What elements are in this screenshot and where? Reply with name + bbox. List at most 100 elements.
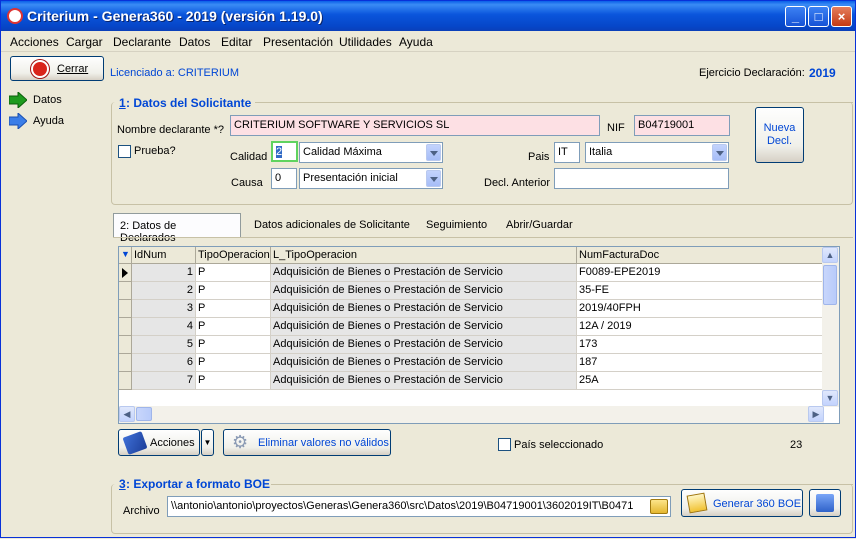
calidad-label: Calidad [230, 151, 268, 163]
chevron-down-icon[interactable] [426, 170, 441, 187]
scroll-right-icon[interactable]: ▶ [808, 406, 824, 422]
cell-idnum[interactable]: 3 [132, 300, 196, 318]
menu-ayuda[interactable]: Ayuda [399, 35, 433, 49]
generar-boe-button[interactable]: Generar 360 BOE [681, 489, 803, 517]
folder-icon[interactable] [650, 499, 668, 514]
cell-numfacturadoc[interactable]: 25A [577, 372, 824, 390]
maximize-button[interactable]: □ [808, 6, 829, 27]
cell-numfacturadoc[interactable]: 2019/40FPH [577, 300, 824, 318]
cell-l-tipooperacion[interactable]: Adquisición de Bienes o Prestación de Se… [271, 300, 577, 318]
cell-idnum[interactable]: 7 [132, 372, 196, 390]
nav-item-datos[interactable]: Datos [9, 91, 99, 111]
col-header-idnum[interactable]: IdNum [132, 247, 196, 264]
tab-seguimiento[interactable]: Seguimiento [420, 213, 493, 237]
col-header-tipooperacion[interactable]: TipoOperacion [196, 247, 271, 264]
cell-idnum[interactable]: 2 [132, 282, 196, 300]
menu-cargar[interactable]: Cargar [66, 35, 103, 49]
tab-datos-adicionales[interactable]: Datos adicionales de Solicitante [248, 213, 416, 237]
app-logo-icon [7, 8, 23, 24]
prueba-checkbox[interactable] [118, 145, 131, 158]
scroll-left-icon[interactable]: ◀ [119, 406, 135, 422]
cell-tipooperacion[interactable]: P [196, 264, 271, 282]
eliminar-invalidos-button[interactable]: ⚙ Eliminar valores no válidos [223, 429, 391, 456]
cell-l-tipooperacion[interactable]: Adquisición de Bienes o Prestación de Se… [271, 264, 577, 282]
cell-l-tipooperacion[interactable]: Adquisición de Bienes o Prestación de Se… [271, 354, 577, 372]
cell-l-tipooperacion[interactable]: Adquisición de Bienes o Prestación de Se… [271, 336, 577, 354]
scroll-down-icon[interactable]: ▼ [822, 390, 838, 406]
acciones-button[interactable]: Acciones [118, 429, 200, 456]
sort-icon[interactable]: ▼ [119, 247, 132, 264]
cell-numfacturadoc[interactable]: 12A / 2019 [577, 318, 824, 336]
chevron-down-icon[interactable] [426, 144, 441, 161]
causa-code-input[interactable]: 0 [271, 168, 297, 189]
cell-numfacturadoc[interactable]: 187 [577, 354, 824, 372]
scroll-thumb[interactable] [136, 407, 152, 421]
row-selector[interactable] [119, 372, 132, 390]
menu-acciones[interactable]: Acciones [10, 35, 59, 49]
ejercicio-label: Ejercicio Declaración: [699, 67, 805, 79]
decl-anterior-input[interactable] [554, 168, 729, 189]
scroll-up-icon[interactable]: ▲ [822, 247, 838, 263]
cell-l-tipooperacion[interactable]: Adquisición de Bienes o Prestación de Se… [271, 282, 577, 300]
tab-datos-declarados[interactable]: 2: Datos de Declarados [113, 213, 241, 244]
cell-numfacturadoc[interactable]: 173 [577, 336, 824, 354]
record-count: 23 [790, 439, 803, 451]
cell-tipooperacion[interactable]: P [196, 372, 271, 390]
app-window: Criterium - Genera360 - 2019 (versión 1.… [0, 0, 856, 538]
nif-input[interactable]: B04719001 [634, 115, 730, 136]
menu-datos[interactable]: Datos [179, 35, 210, 49]
cell-idnum[interactable]: 4 [132, 318, 196, 336]
minimize-button[interactable]: _ [785, 6, 806, 27]
pais-select[interactable]: Italia [585, 142, 729, 163]
close-window-button[interactable]: × [831, 6, 852, 27]
row-selector[interactable] [119, 336, 132, 354]
menu-presentacion[interactable]: Presentación [263, 35, 333, 49]
cell-numfacturadoc[interactable]: 35-FE [577, 282, 824, 300]
sign-export-button[interactable] [809, 489, 841, 517]
cell-l-tipooperacion[interactable]: Adquisición de Bienes o Prestación de Se… [271, 372, 577, 390]
row-selector[interactable] [119, 354, 132, 372]
nav-item-ayuda[interactable]: Ayuda [9, 112, 99, 132]
tab-abrir-guardar[interactable]: Abrir/Guardar [500, 213, 579, 237]
current-row-indicator[interactable] [119, 264, 132, 282]
pencil-paper-icon [686, 492, 708, 514]
calidad-select[interactable]: Calidad Máxima [299, 142, 443, 163]
cell-idnum[interactable]: 5 [132, 336, 196, 354]
scroll-thumb[interactable] [823, 265, 837, 305]
grid-vertical-scrollbar[interactable]: ▲ ▼ [822, 247, 839, 407]
pais-seleccionado-checkbox[interactable] [498, 438, 511, 451]
cell-tipooperacion[interactable]: P [196, 354, 271, 372]
cerrar-button[interactable]: Cerrar [10, 56, 104, 81]
col-header-l-tipooperacion[interactable]: L_TipoOperacion [271, 247, 577, 264]
calidad-code-input[interactable]: 2 [271, 141, 298, 162]
grid-horizontal-scrollbar[interactable]: ◀ ▶ [119, 406, 824, 423]
ejercicio-value: 2019 [809, 66, 836, 80]
archivo-input[interactable]: \\antonio\antonio\proyectos\Generas\Gene… [167, 496, 671, 517]
cell-tipooperacion[interactable]: P [196, 300, 271, 318]
row-selector[interactable] [119, 318, 132, 336]
row-selector[interactable] [119, 300, 132, 318]
nueva-decl-button[interactable]: Nueva Decl. [755, 107, 804, 163]
pais-label: Pais [528, 151, 550, 163]
causa-select[interactable]: Presentación inicial [299, 168, 443, 189]
cell-idnum[interactable]: 6 [132, 354, 196, 372]
cell-tipooperacion[interactable]: P [196, 336, 271, 354]
chevron-down-icon[interactable] [712, 144, 727, 161]
cell-idnum[interactable]: 1 [132, 264, 196, 282]
cell-l-tipooperacion[interactable]: Adquisición de Bienes o Prestación de Se… [271, 318, 577, 336]
generar-label: Generar 360 BOE [713, 498, 802, 510]
nombre-input[interactable]: CRITERIUM SOFTWARE Y SERVICIOS SL [230, 115, 600, 136]
toolbar: Cerrar Licenciado a: CRITERIUM Ejercicio… [1, 53, 855, 87]
cell-tipooperacion[interactable]: P [196, 318, 271, 336]
cell-numfacturadoc[interactable]: F0089-EPE2019 [577, 264, 824, 282]
pais-code-input[interactable]: IT [554, 142, 580, 163]
acciones-dropdown-button[interactable]: ▼ [201, 429, 214, 456]
declarados-grid[interactable]: ▼ IdNum TipoOperacion L_TipoOperacion Nu… [118, 246, 840, 424]
blue-arrow-icon [9, 113, 27, 129]
menu-utilidades[interactable]: Utilidades [339, 35, 392, 49]
col-header-numfacturadoc[interactable]: NumFacturaDoc [577, 247, 824, 264]
menu-declarante[interactable]: Declarante [113, 35, 171, 49]
menu-editar[interactable]: Editar [221, 35, 252, 49]
row-selector[interactable] [119, 282, 132, 300]
cell-tipooperacion[interactable]: P [196, 282, 271, 300]
